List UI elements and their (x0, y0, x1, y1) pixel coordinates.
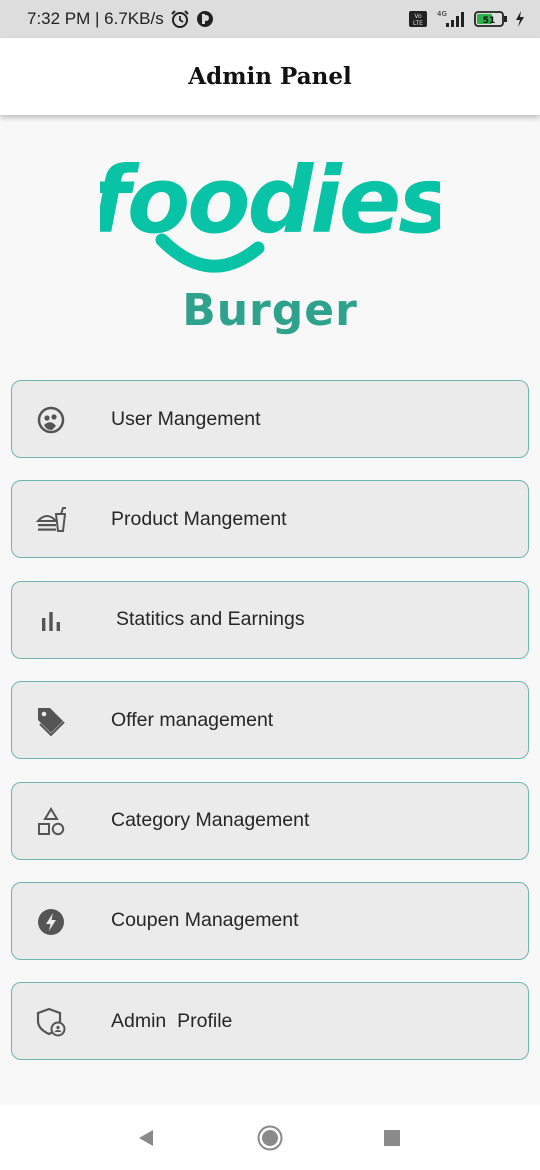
menu-item-statistics-earnings[interactable]: Statitics and Earnings (11, 580, 529, 659)
alarm-icon (170, 9, 190, 29)
menu-item-label: Statitics and Earnings (116, 608, 305, 631)
svg-text:LTE: LTE (413, 20, 423, 27)
fastfood-icon (36, 505, 66, 535)
menu-item-product-management[interactable]: Product Mangement (11, 480, 529, 559)
status-time-speed: 7:32 PM | 6.7KB/s (27, 9, 164, 28)
charging-icon (514, 10, 526, 28)
menu-item-label: User Mangement (111, 407, 261, 430)
svg-text:foodies: foodies (100, 147, 440, 254)
status-bar: 7:32 PM | 6.7KB/s Vo LTE 4G 51 (0, 0, 540, 38)
page-title: Admin Panel (188, 63, 352, 90)
menu-item-label: Admin Profile (111, 1009, 233, 1032)
4g-signal-icon: 4G (434, 9, 468, 29)
menu-item-coupon-management[interactable]: Coupen Management (11, 881, 529, 960)
svg-text:51: 51 (483, 16, 496, 26)
volte-icon: Vo LTE (408, 10, 428, 28)
admin-menu: User Mangement Product Mangement Statiti… (11, 380, 529, 1083)
menu-item-label: Offer management (111, 708, 274, 731)
menu-item-label: Category Management (111, 809, 310, 832)
menu-item-offer-management[interactable]: Offer management (11, 681, 529, 760)
svg-text:4G: 4G (437, 10, 447, 18)
tag-icon (36, 706, 66, 737)
app-notification-icon (196, 10, 214, 28)
menu-item-admin-profile[interactable]: Admin Profile (11, 982, 529, 1061)
menu-item-label: Product Mangement (111, 507, 287, 530)
recents-icon[interactable] (379, 1125, 405, 1151)
category-shapes-icon (36, 806, 66, 837)
app-bar: Admin Panel (0, 38, 540, 115)
bar-chart-icon (36, 606, 66, 636)
face-icon (36, 405, 66, 435)
flash-icon (36, 907, 66, 937)
home-icon[interactable] (257, 1125, 283, 1151)
system-nav-bar (0, 1105, 540, 1170)
menu-item-category-management[interactable]: Category Management (11, 781, 529, 860)
menu-item-label: Coupen Management (111, 909, 299, 932)
back-icon[interactable] (133, 1125, 159, 1151)
admin-shield-icon (36, 1007, 66, 1037)
menu-item-user-management[interactable]: User Mangement (11, 380, 529, 458)
logo-subtitle: Burger (182, 285, 358, 336)
battery-icon: 51 (474, 10, 508, 28)
svg-text:Vo: Vo (414, 13, 422, 20)
